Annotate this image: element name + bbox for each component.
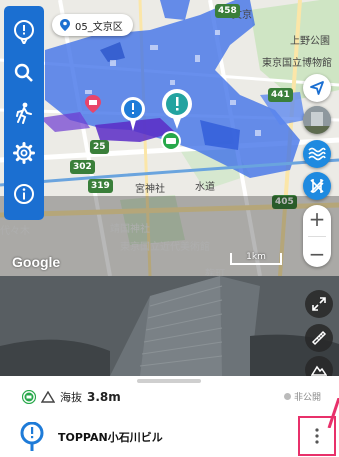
elevation-value: 3.8m bbox=[87, 390, 121, 404]
map-label: 宮神社 bbox=[135, 184, 165, 195]
info-icon bbox=[14, 183, 34, 204]
rail-layer-button[interactable] bbox=[303, 172, 331, 200]
layers-icon bbox=[310, 179, 324, 193]
zoom-out-button[interactable]: − bbox=[309, 244, 326, 264]
pin-tool-button[interactable] bbox=[9, 17, 39, 47]
expand-photo-button[interactable] bbox=[305, 290, 333, 318]
place-name: TOPPAN小石川ビル bbox=[58, 431, 163, 444]
place-row[interactable]: TOPPAN小石川ビル bbox=[20, 422, 163, 452]
route-shield: 441 bbox=[268, 88, 293, 102]
search-button[interactable] bbox=[9, 58, 39, 88]
navigation-button[interactable] bbox=[303, 74, 331, 102]
route-shield: 458 bbox=[215, 4, 240, 18]
bottom-sheet[interactable]: 海抜 3.8m 非公開 TOPPAN小石川ビル bbox=[0, 376, 339, 457]
landscape-icon bbox=[311, 365, 327, 376]
pin-icon bbox=[14, 20, 34, 45]
expand-icon bbox=[312, 297, 326, 311]
zoom-in-button[interactable]: + bbox=[309, 209, 326, 229]
walking-icon bbox=[16, 102, 32, 124]
map-view[interactable]: 文京 東京国立博物館 上野公園 水道 宮神社 靖国神社 東京国立近代美術館 麹町… bbox=[0, 0, 339, 276]
route-shield: 319 bbox=[88, 179, 113, 193]
visibility-status: 非公開 bbox=[283, 390, 321, 403]
route-shield: 302 bbox=[70, 160, 95, 174]
more-vertical-icon bbox=[315, 428, 319, 444]
avatar[interactable] bbox=[303, 106, 331, 134]
building-photo bbox=[0, 276, 339, 376]
elevation-row: 海抜 3.8m bbox=[22, 389, 121, 405]
status-dot bbox=[283, 393, 291, 400]
walking-button[interactable] bbox=[9, 98, 39, 128]
map-label: 東京国立博物館 bbox=[262, 58, 332, 69]
route-shield: 25 bbox=[90, 140, 109, 154]
scale-bar: 1km bbox=[230, 253, 282, 265]
left-toolbar bbox=[4, 6, 44, 220]
street-photo[interactable] bbox=[0, 276, 339, 376]
place-pin-icon bbox=[20, 422, 44, 451]
highlight-mark bbox=[327, 398, 339, 428]
google-logo: Google bbox=[12, 254, 61, 270]
measure-button[interactable] bbox=[305, 324, 333, 352]
current-location-marker[interactable] bbox=[160, 130, 182, 152]
terrain-button[interactable] bbox=[305, 356, 333, 376]
mountain-icon bbox=[41, 391, 55, 403]
zoom-control: + − bbox=[303, 205, 331, 267]
street-view-icon bbox=[303, 106, 331, 134]
elevation-label: 海抜 bbox=[60, 391, 82, 404]
map-marker-selected[interactable] bbox=[159, 88, 195, 130]
flood-layer-button[interactable] bbox=[303, 140, 331, 168]
sheet-grabber[interactable] bbox=[137, 379, 201, 383]
map-label: 水道 bbox=[195, 182, 215, 193]
poi-marker[interactable] bbox=[84, 95, 102, 113]
ruler-icon bbox=[311, 330, 327, 346]
navigation-arrow-icon bbox=[310, 81, 324, 95]
location-pin-icon bbox=[60, 19, 70, 31]
info-button[interactable] bbox=[9, 179, 39, 209]
visibility-label: 非公開 bbox=[293, 393, 321, 403]
gear-icon bbox=[13, 142, 35, 165]
camera-badge-icon bbox=[22, 390, 36, 404]
settings-button[interactable] bbox=[9, 138, 39, 168]
map-marker-pin[interactable] bbox=[118, 96, 148, 132]
zoom-divider bbox=[308, 235, 326, 237]
area-selector[interactable]: 05_文京区 bbox=[52, 14, 133, 36]
search-icon bbox=[14, 63, 33, 82]
waves-icon bbox=[308, 147, 326, 161]
map-label: 上野公園 bbox=[290, 36, 330, 47]
area-selector-label: 05_文京区 bbox=[75, 21, 123, 33]
